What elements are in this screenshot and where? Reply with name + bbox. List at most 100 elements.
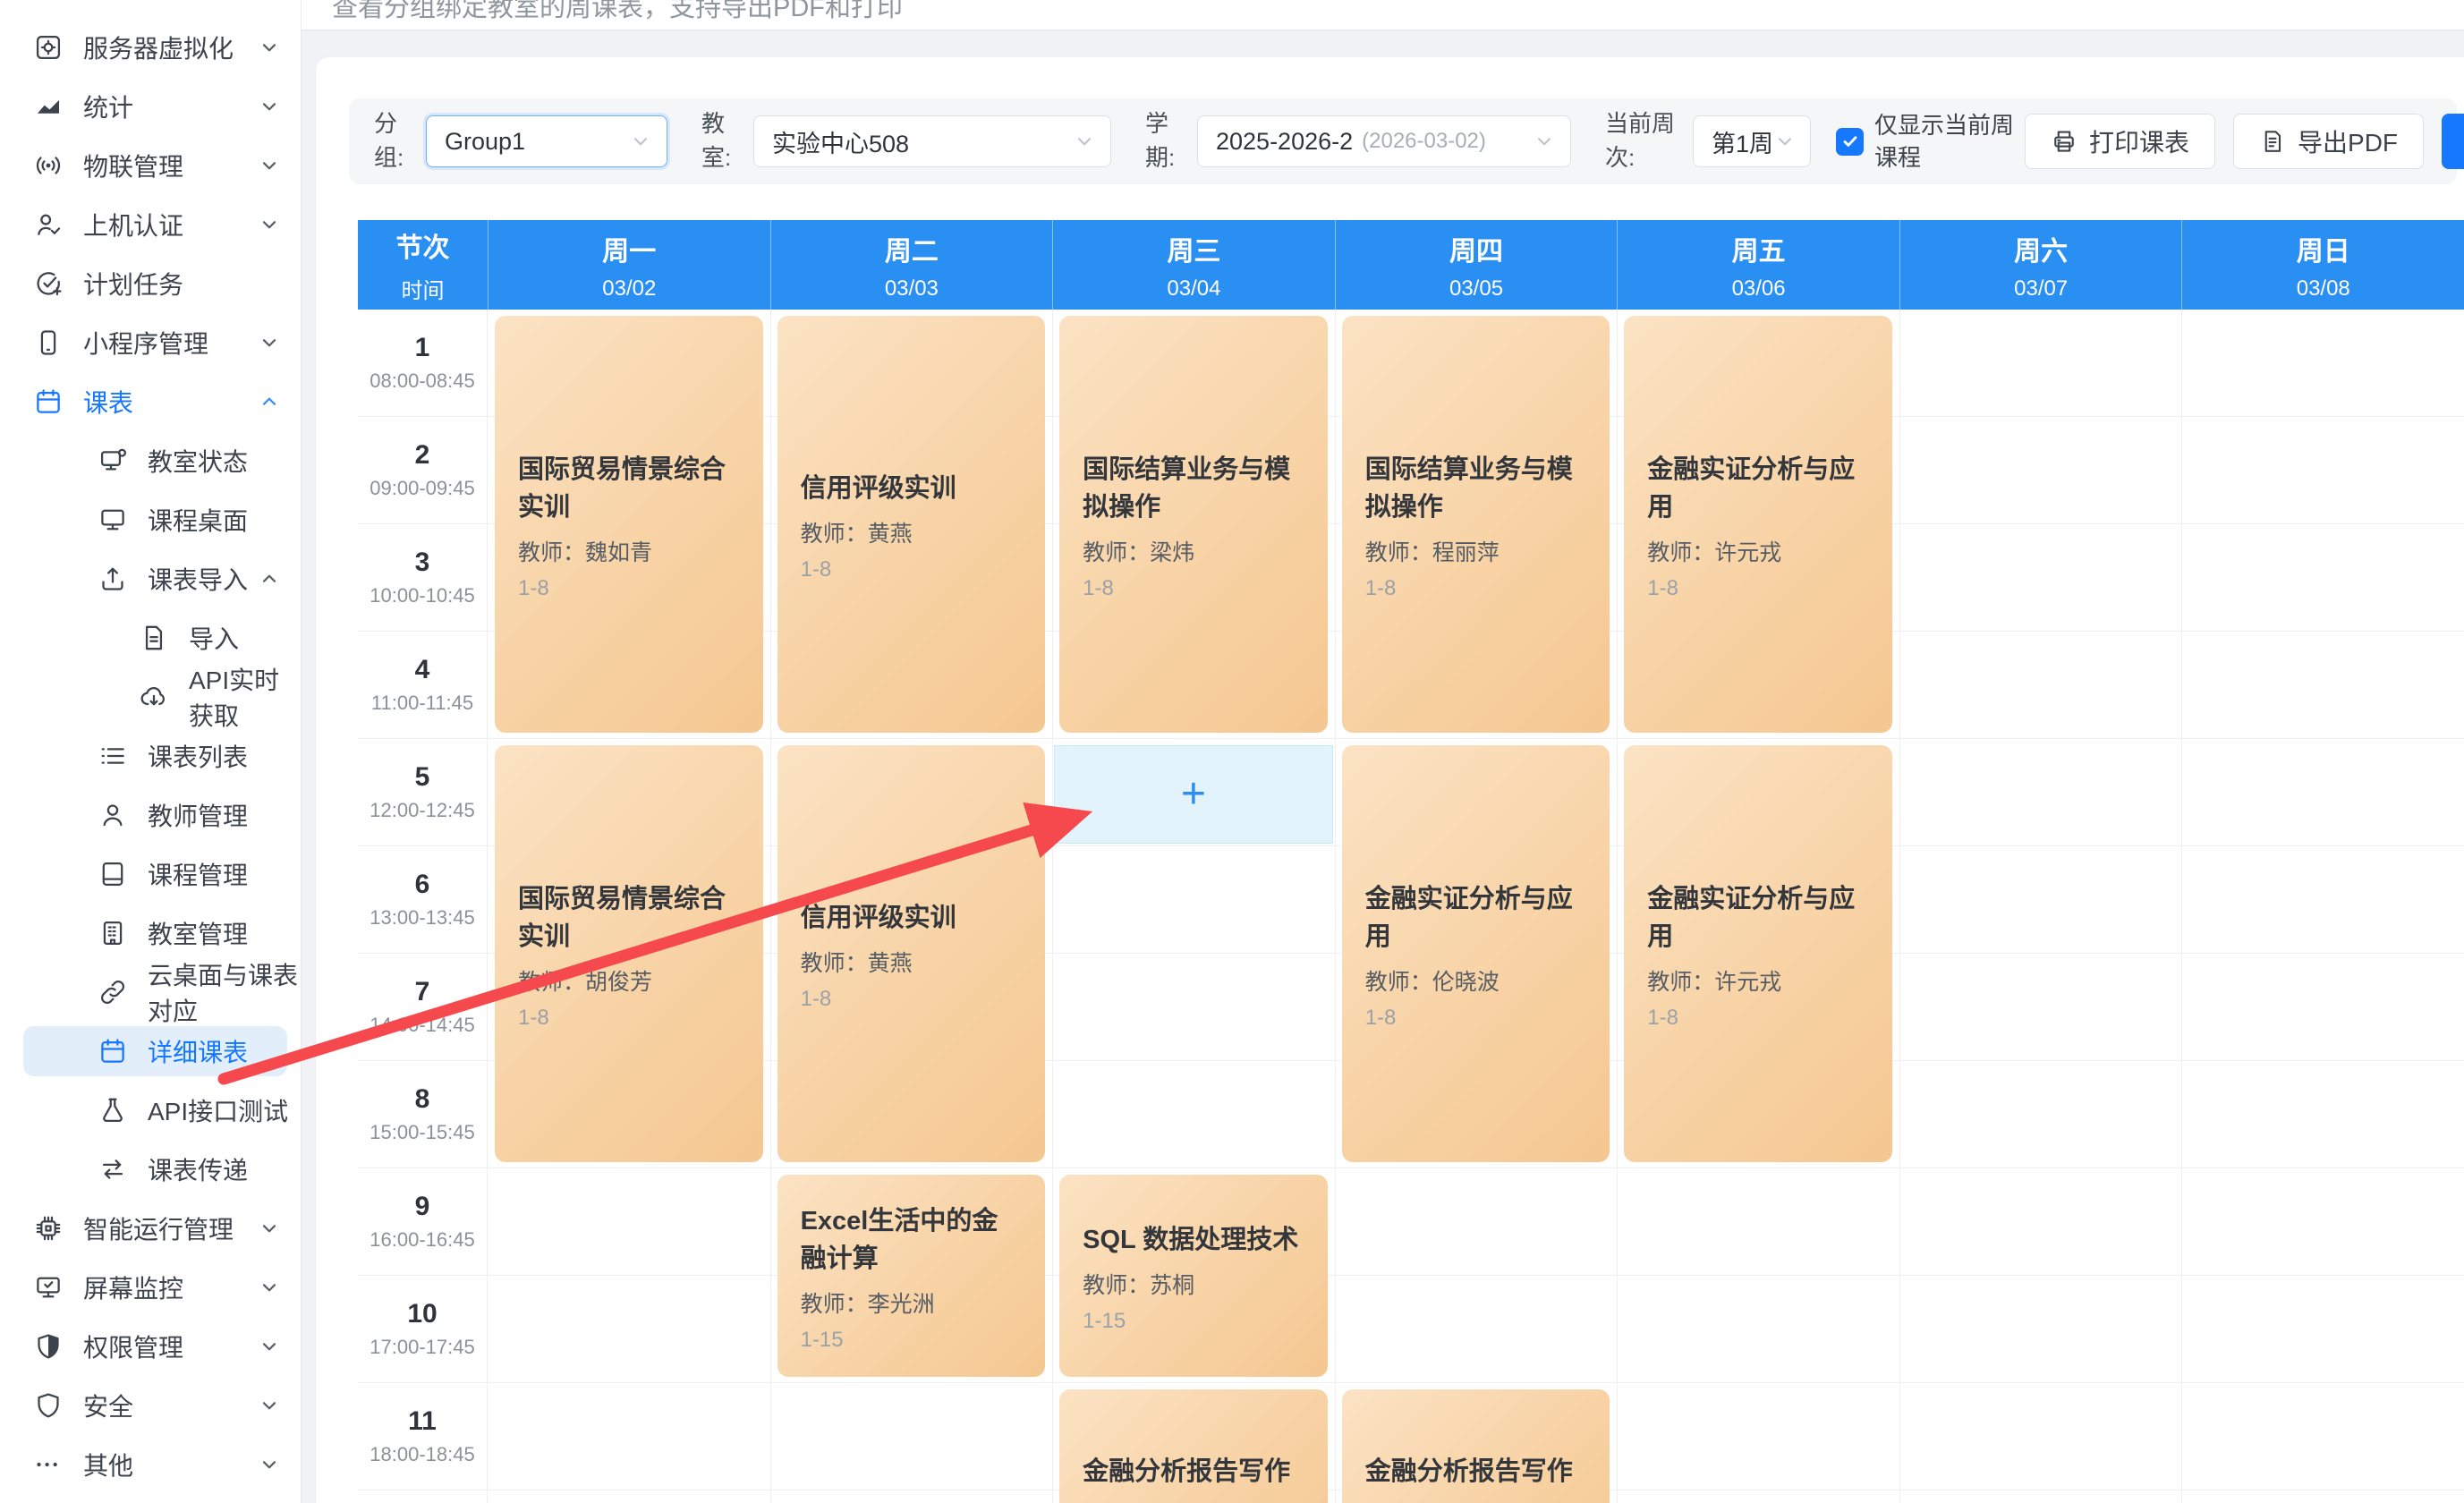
checkbox-checked-icon	[1836, 128, 1864, 156]
sidebar-item-others[interactable]: 其他	[0, 1435, 301, 1494]
sidebar-item-classroom-management[interactable]: 教室管理	[0, 904, 301, 963]
calendar-icon	[33, 386, 64, 417]
period-label-cell: 411:00-11:45	[358, 632, 488, 738]
course-card[interactable]: 国际贸易情景综合实训教师：胡俊芳1-8	[495, 745, 763, 1162]
checkbox-label: 仅显示当前周课程	[1874, 109, 2025, 174]
sidebar-item-screen-monitoring[interactable]: 屏幕监控	[0, 1258, 301, 1317]
teacher-name: 许元戎	[1714, 540, 1781, 565]
course-card[interactable]: 金融分析报告写作教师：张晖	[1342, 1389, 1610, 1503]
course-card[interactable]: 国际贸易情景综合实训教师：魏如青1-8	[495, 316, 763, 733]
chevron-down-icon	[258, 1394, 281, 1417]
period-time: 17:00-17:45	[370, 1336, 474, 1359]
chevron-down-icon	[258, 95, 281, 118]
course-card[interactable]: 金融分析报告写作教师：陈修兰	[1059, 1389, 1328, 1503]
sidebar-item-label: 上机认证	[83, 207, 183, 242]
transfer-icon	[98, 1154, 128, 1185]
stats-icon	[33, 91, 64, 122]
sidebar-item-import[interactable]: 导入	[0, 608, 301, 667]
sidebar-item-statistics[interactable]: 统计	[0, 77, 301, 136]
chevron-down-icon	[258, 331, 281, 354]
course-card[interactable]: 信用评级实训教师：黄燕1-8	[777, 745, 1046, 1162]
column-divider	[1617, 310, 1618, 1503]
page-subtitle: 查看分组绑定教室的周课表，支持导出PDF和打印	[332, 0, 903, 24]
period-number: 5	[415, 762, 430, 793]
day-name: 周六	[2014, 229, 2068, 268]
course-card[interactable]: SQL 数据处理技术教师：苏桐1-15	[1059, 1175, 1328, 1377]
sidebar-item-detailed-timetable[interactable]: 详细课表	[0, 1022, 301, 1081]
sidebar-item-permission-management[interactable]: 权限管理	[0, 1317, 301, 1376]
course-teacher: 教师：许元戎	[1647, 964, 1869, 997]
teacher-prefix: 教师：	[801, 522, 868, 547]
refresh-timetable-button[interactable]: 刷新课表	[2442, 114, 2464, 169]
sidebar-item-api-realtime-fetch[interactable]: API实时获取	[0, 667, 301, 726]
sidebar-item-course-management[interactable]: 课程管理	[0, 845, 301, 904]
course-weeks: 1-8	[1647, 1006, 1869, 1031]
sidebar-item-scheduled-tasks[interactable]: 计划任务	[0, 254, 301, 313]
teacher-name: 李光洲	[868, 1292, 935, 1317]
course-card[interactable]: 金融实证分析与应用教师：伦晓波1-8	[1342, 745, 1610, 1162]
term-select[interactable]: 2025-2026-2 (2026-03-02)	[1197, 115, 1571, 167]
course-card[interactable]: 金融实证分析与应用教师：许元戎1-8	[1624, 316, 1892, 733]
sidebar-item-timetable-transfer[interactable]: 课表传递	[0, 1140, 301, 1199]
sidebar-item-timetable-import[interactable]: 课表导入	[0, 549, 301, 608]
course-weeks: 1-8	[801, 987, 1023, 1012]
teacher-prefix: 教师：	[1365, 970, 1432, 995]
course-weeks: 1-8	[518, 576, 740, 601]
sidebar-item-label: 服务器虚拟化	[83, 30, 234, 65]
sidebar-item-miniprogram-management[interactable]: 小程序管理	[0, 313, 301, 372]
sidebar-item-label: API接口测试	[148, 1092, 288, 1128]
sidebar-item-classroom-status[interactable]: 教室状态	[0, 431, 301, 490]
course-card[interactable]: 国际结算业务与模拟操作教师：程丽萍1-8	[1342, 316, 1610, 733]
period-time: 10:00-10:45	[370, 584, 474, 607]
file-icon	[139, 623, 169, 653]
sidebar-item-timetable[interactable]: 课表	[0, 372, 301, 431]
sidebar-item-intelligent-operation[interactable]: 智能运行管理	[0, 1199, 301, 1258]
group-select[interactable]: Group1	[426, 115, 667, 167]
sidebar-item-cloud-desktop-mapping[interactable]: 云桌面与课表对应	[0, 963, 301, 1022]
week-select[interactable]: 第1周	[1693, 115, 1811, 167]
course-card[interactable]: 信用评级实训教师：黄燕1-8	[777, 316, 1046, 733]
chevron-down-icon	[258, 1276, 281, 1299]
only-current-week-checkbox[interactable]: 仅显示当前周课程	[1836, 109, 2025, 174]
period-number: 4	[415, 655, 430, 685]
course-card[interactable]: Excel生活中的金融计算教师：李光洲1-15	[777, 1175, 1046, 1377]
day-name: 周四	[1449, 229, 1503, 268]
sidebar-item-security[interactable]: 安全	[0, 1376, 301, 1435]
period-label-cell: 310:00-10:45	[358, 524, 488, 631]
timetable-card: 分组: Group1 教室: 实验中心508 学期: 2025-2026-2 (…	[316, 57, 2464, 1503]
sidebar-item-api-test[interactable]: API接口测试	[0, 1081, 301, 1140]
room-select[interactable]: 实验中心508	[753, 115, 1111, 167]
chip-icon	[33, 1213, 64, 1244]
teacher-prefix: 教师：	[1083, 540, 1150, 565]
day-date: 03/08	[2297, 276, 2350, 301]
course-title: 金融分析报告写作	[1365, 1450, 1587, 1488]
course-teacher: 教师：伦晓波	[1365, 964, 1587, 997]
sidebar-item-timetable-list[interactable]: 课表列表	[0, 726, 301, 785]
teacher-prefix: 教师：	[1365, 540, 1432, 565]
term-filter-label: 学期:	[1145, 107, 1185, 174]
sidebar-item-label: 课表传递	[148, 1151, 248, 1187]
sidebar-item-label: 导入	[189, 620, 239, 656]
course-card[interactable]: 国际结算业务与模拟操作教师：梁炜1-8	[1059, 316, 1328, 733]
course-weeks: 1-8	[1365, 1006, 1587, 1031]
print-button-label: 打印课表	[2089, 123, 2189, 159]
period-number: 1	[415, 333, 430, 363]
print-timetable-button[interactable]: 打印课表	[2025, 114, 2215, 169]
teacher-prefix: 教师：	[801, 951, 868, 976]
course-card[interactable]: 金融实证分析与应用教师：许元戎1-8	[1624, 745, 1892, 1162]
sidebar-item-server-virtualization[interactable]: 服务器虚拟化	[0, 18, 301, 77]
sidebar-item-iot-management[interactable]: 物联管理	[0, 136, 301, 195]
cloud-download-icon	[139, 682, 169, 712]
app-root: 服务器虚拟化统计物联管理上机认证计划任务小程序管理课表教室状态课程桌面课表导入导…	[0, 0, 2464, 1503]
timetable: 节次 时间 周一03/02周二03/03周三03/04周四03/05周五03/0…	[358, 220, 2464, 1503]
period-time: 12:00-12:45	[370, 799, 474, 822]
chevron-down-icon	[258, 1217, 281, 1240]
sidebar-item-host-authentication[interactable]: 上机认证	[0, 195, 301, 254]
sidebar-item-label: 物联管理	[83, 148, 183, 183]
sidebar-item-course-desktop[interactable]: 课程桌面	[0, 490, 301, 549]
add-course-cell[interactable]: +	[1054, 745, 1333, 844]
sidebar-item-teacher-management[interactable]: 教师管理	[0, 785, 301, 845]
sidebar-item-label: 教师管理	[148, 797, 248, 833]
sidebar-item-label: 小程序管理	[83, 325, 208, 361]
export-pdf-button[interactable]: 导出PDF	[2233, 114, 2424, 169]
